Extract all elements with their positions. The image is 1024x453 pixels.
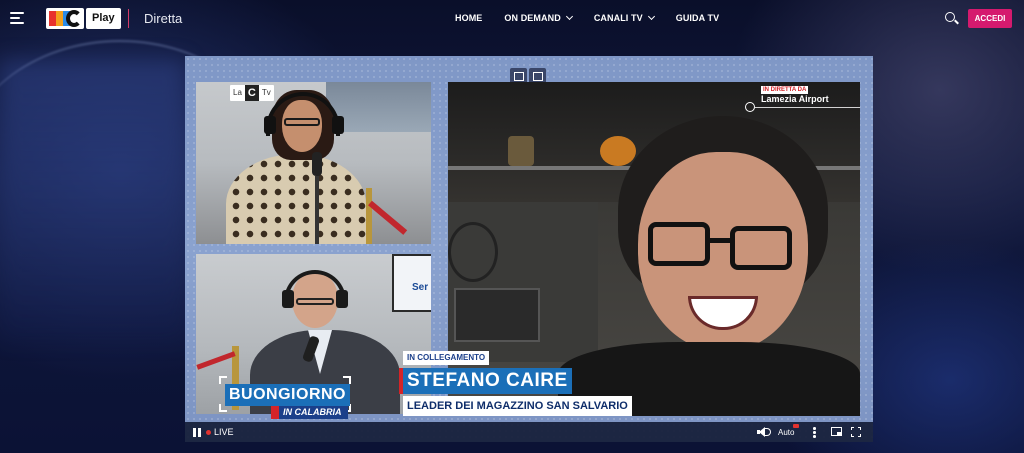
login-button[interactable]: ACCEDI	[968, 9, 1012, 28]
nav-home-label: HOME	[455, 13, 483, 23]
pause-icon[interactable]	[193, 428, 201, 437]
remote-guest-feed	[448, 82, 860, 416]
show-subtitle: IN CALABRIA	[271, 406, 348, 419]
guest-glasses-right	[730, 226, 792, 270]
headphone-left	[282, 290, 294, 308]
microphone-icon	[312, 152, 322, 176]
player-controls: LIVE Auto	[185, 422, 873, 442]
channel-badge: La C Tv	[230, 85, 274, 101]
mic-stand	[315, 176, 319, 244]
chevron-down-icon	[565, 12, 573, 21]
headphone-left	[264, 116, 276, 134]
menu-icon[interactable]	[10, 12, 24, 24]
live-location: Lamezia Airport	[761, 94, 829, 104]
quality-selector[interactable]: Auto	[778, 428, 794, 437]
show-title: BUONGIORNO	[225, 384, 350, 406]
badge-tv: Tv	[261, 88, 271, 97]
search-icon[interactable]	[945, 12, 959, 26]
studio-monitor: Ser	[392, 254, 431, 312]
headphone-right	[336, 290, 348, 308]
nav-on-demand[interactable]: ON DEMAND	[504, 12, 573, 23]
main-nav: HOME ON DEMAND CANALI TV GUIDA TV	[455, 12, 741, 23]
pumpkin	[600, 136, 636, 166]
nav-guida-tv-label: GUIDA TV	[675, 13, 720, 23]
guest-glasses-bridge	[710, 238, 730, 243]
studio-camera-host: La C Tv	[196, 82, 431, 244]
more-vertical-icon[interactable]	[813, 427, 816, 438]
header-divider	[128, 9, 129, 28]
monitor-text: Ser	[412, 282, 429, 293]
volume-icon[interactable]	[757, 427, 771, 437]
lower-third-role: LEADER DEI MAGAZZINO SAN SALVARIO	[403, 396, 632, 416]
nav-home[interactable]: HOME	[455, 13, 482, 23]
live-dot-icon	[206, 430, 211, 435]
nav-on-demand-label: ON DEMAND	[504, 13, 561, 23]
video-player[interactable]: La C Tv Ser BUONGIORNO IN CALABRIA IN DI…	[185, 56, 873, 442]
location-line	[755, 107, 860, 108]
chevron-down-icon	[647, 12, 655, 21]
velvet-rope	[196, 351, 236, 370]
page-title: Diretta	[144, 11, 183, 26]
fullscreen-icon[interactable]	[851, 427, 861, 437]
velvet-rope	[368, 200, 408, 235]
live-from-tag: IN DIRETTA DA	[761, 86, 809, 94]
lower-third-tag: IN COLLEGAMENTO	[403, 351, 490, 365]
hd-badge-icon	[793, 424, 799, 428]
nav-guida-tv[interactable]: GUIDA TV	[676, 13, 719, 23]
microwave	[454, 288, 540, 342]
jar	[508, 136, 534, 166]
lower-third-name: STEFANO CAIRE	[399, 368, 572, 394]
lac-logo-mark	[46, 8, 84, 29]
frame-bracket	[219, 376, 227, 384]
live-label[interactable]: LIVE	[214, 427, 234, 437]
lac-play-logo[interactable]: Play	[46, 8, 121, 29]
badge-la: La	[233, 88, 242, 97]
logo-play-label: Play	[86, 8, 121, 29]
frame-bracket	[343, 376, 351, 384]
picture-in-picture-icon[interactable]	[831, 427, 842, 436]
headphone-right	[332, 116, 344, 134]
location-pin-icon	[745, 102, 755, 112]
stanchion	[366, 188, 372, 244]
host-body	[226, 154, 366, 244]
nav-canali-tv[interactable]: CANALI TV	[593, 12, 655, 23]
nav-canali-tv-label: CANALI TV	[593, 13, 643, 23]
guest-glasses-left	[648, 222, 710, 266]
guitar	[448, 222, 498, 282]
top-navigation-bar: Play Diretta HOME ON DEMAND CANALI TV GU…	[0, 0, 1024, 38]
badge-c: C	[244, 85, 259, 101]
